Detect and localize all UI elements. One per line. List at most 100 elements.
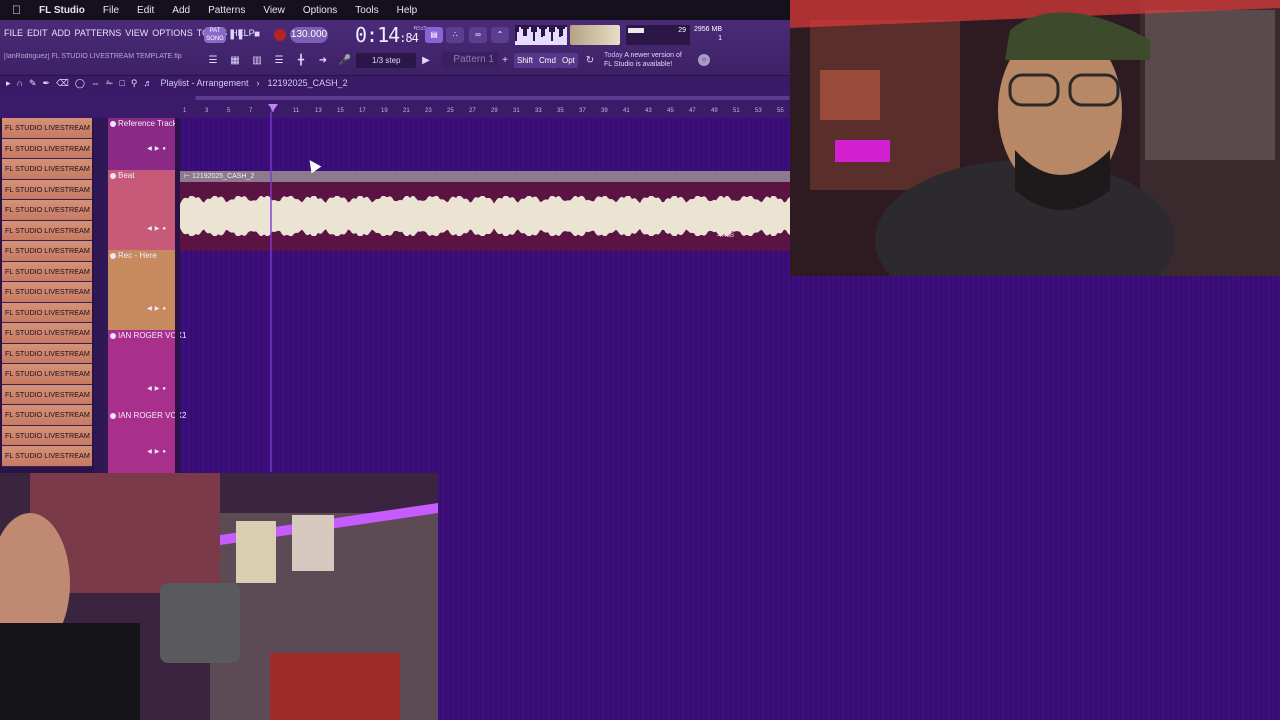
current-pattern-name[interactable]: 12192025_CASH_2 [268, 78, 348, 88]
blend-notes-icon[interactable]: ∴ [446, 27, 464, 43]
fl-menu-file[interactable]: FILE [4, 28, 23, 38]
picker-item[interactable]: FL STUDIO LIVESTREAM T... [2, 425, 92, 446]
ruler-tick-label: 33 [535, 108, 542, 114]
picker-item[interactable]: FL STUDIO LIVESTREAM T... [2, 302, 92, 323]
clip-title-text: 12192025_CASH_2 [192, 173, 255, 180]
track-header[interactable]: Rec - Here ◀▶● [108, 250, 175, 330]
menu-view[interactable]: View [263, 5, 285, 16]
pat-song-toggle[interactable]: PAT SONG [204, 27, 226, 43]
slice-icon[interactable]: ✁ [106, 78, 114, 89]
picker-item[interactable]: FL STUDIO LIVESTREAM T... [2, 138, 92, 159]
shift-key-button[interactable]: Shift [514, 53, 537, 68]
app-name[interactable]: FL Studio [39, 5, 85, 16]
fl-menu-add[interactable]: ADD [52, 28, 71, 38]
playlist-window-icon[interactable]: ☰ [205, 53, 221, 69]
pencil-icon[interactable]: ✎ [29, 78, 37, 89]
delete-icon[interactable]: ⌫ [56, 78, 69, 89]
speaker-icon[interactable]: ♬ [143, 78, 152, 89]
master-volume-slider[interactable] [570, 25, 620, 45]
track-header[interactable]: Beat ◀▶● [108, 170, 175, 250]
magnet-icon[interactable]: ∩ [17, 78, 23, 89]
track-header[interactable]: IAN ROGER VOX2 ◀▶● [108, 410, 186, 473]
picker-item[interactable]: FL STUDIO LIVESTREAM T... [2, 446, 92, 467]
stop-icon[interactable]: ■ [249, 27, 265, 43]
track-controls[interactable]: ◀▶● [147, 385, 169, 392]
add-pattern-icon[interactable]: + [497, 53, 513, 69]
picker-item[interactable]: FL STUDIO LIVESTREAM T... [2, 241, 92, 262]
horizontal-scrollbar[interactable] [195, 96, 790, 100]
track-name: Reference Track [110, 119, 177, 128]
zoom-icon[interactable]: ⚲ [131, 78, 138, 89]
picker-item[interactable]: FL STUDIO LIVESTREAM T... [2, 282, 92, 303]
picker-item[interactable]: FL STUDIO LIVESTREAM T... [2, 261, 92, 282]
track-controls[interactable]: ◀▶● [147, 305, 169, 312]
playhead-marker[interactable] [268, 104, 278, 111]
track-mute-icon[interactable] [110, 333, 116, 339]
play-pattern-icon[interactable]: ▶ [418, 53, 434, 69]
fl-menu-view[interactable]: VIEW [125, 28, 148, 38]
ruler-tick-label: 3 [205, 108, 209, 114]
microphone-icon[interactable]: 🎤 [337, 53, 353, 69]
pattern-selector[interactable]: Pattern 1 [442, 52, 498, 68]
picker-item[interactable]: FL STUDIO LIVESTREAM T... [2, 384, 92, 405]
picker-scrollbar[interactable] [94, 118, 108, 473]
menu-add[interactable]: Add [172, 5, 190, 16]
news-panel[interactable]: Today A newer version of FL Studio is av… [604, 51, 682, 69]
slip-icon[interactable]: ⇔ [91, 78, 100, 89]
fl-menu-edit[interactable]: EDIT [27, 28, 48, 38]
fl-menu-options[interactable]: OPTIONS [152, 28, 193, 38]
apple-icon[interactable]:  [12, 3, 21, 17]
menu-help[interactable]: Help [397, 5, 418, 16]
record-icon[interactable] [274, 29, 286, 41]
track-mute-icon[interactable] [110, 173, 116, 179]
paint-icon[interactable]: ✒ [43, 78, 51, 89]
cmd-key-button[interactable]: Cmd [536, 53, 559, 68]
channel-rack-icon[interactable]: ▥ [249, 53, 265, 69]
mixer-icon[interactable]: ☰ [271, 53, 287, 69]
pause-icon[interactable]: ❚❚ [228, 27, 245, 43]
ruler-tick-label: 1 [183, 108, 187, 114]
track-header[interactable]: IAN ROGER VOX1 ◀▶● [108, 330, 186, 410]
snap-selector[interactable]: 1/3 step [356, 53, 416, 68]
picker-item[interactable]: FL STUDIO LIVESTREAM T... [2, 364, 92, 385]
opt-key-button[interactable]: Opt [559, 53, 578, 68]
time-display[interactable]: 0:14:84 M:S:CS [355, 23, 427, 47]
browser-icon[interactable]: ╋ [293, 53, 309, 69]
track-mute-icon[interactable] [110, 121, 116, 127]
menu-patterns[interactable]: Patterns [208, 5, 245, 16]
piano-roll-icon[interactable]: ▦ [227, 53, 243, 69]
picker-item[interactable]: FL STUDIO LIVESTREAM T... [2, 323, 92, 344]
track-header[interactable]: Reference Track ◀▶● [108, 118, 177, 170]
track-mute-icon[interactable] [110, 253, 116, 259]
menu-file[interactable]: File [103, 5, 119, 16]
mute-icon[interactable]: ◯ [75, 78, 85, 89]
picker-item[interactable]: FL STUDIO LIVESTREAM T... [2, 220, 92, 241]
news-line-2: FL Studio is available! [604, 61, 673, 68]
menu-options[interactable]: Options [303, 5, 337, 16]
track-controls[interactable]: ◀▶● [147, 225, 169, 232]
tempo-display[interactable]: 130.000 [290, 27, 328, 43]
picker-item[interactable]: FL STUDIO LIVESTREAM T... [2, 200, 92, 221]
fl-menu-patterns[interactable]: PATTERNS [75, 28, 122, 38]
menu-tools[interactable]: Tools [355, 5, 378, 16]
track-controls[interactable]: ◀▶● [147, 145, 169, 152]
picker-item[interactable]: FL STUDIO LIVESTREAM T... [2, 405, 92, 426]
picker-item[interactable]: FL STUDIO LIVESTREAM T... [2, 159, 92, 180]
select-icon[interactable]: □ [119, 78, 124, 89]
playlist-header: ▸ ∩ ✎ ✒ ⌫ ◯ ⇔ ✁ □ ⚲ ♬ Playlist - Arrange… [0, 76, 790, 90]
typing-keyboard-icon[interactable]: ⌃ [491, 27, 509, 43]
cpu-meter: 29 [626, 25, 690, 45]
picker-item[interactable]: FL STUDIO LIVESTREAM T... [2, 343, 92, 364]
arrow-right-icon[interactable]: ➜ [315, 53, 331, 69]
metronome-icon[interactable]: ▤ [425, 27, 443, 43]
picker-item[interactable]: FL STUDIO LIVESTREAM T... [2, 118, 92, 139]
undo-history-icon[interactable]: ↻ [582, 53, 598, 69]
arrow-menu-icon[interactable]: ▸ [6, 78, 11, 89]
webcam-host-image [790, 0, 1280, 276]
picker-item[interactable]: FL STUDIO LIVESTREAM T... [2, 179, 92, 200]
globe-icon[interactable]: ○ [698, 54, 710, 66]
menu-edit[interactable]: Edit [137, 5, 154, 16]
track-controls[interactable]: ◀▶● [147, 448, 169, 455]
loop-record-icon[interactable]: ∞ [469, 27, 487, 43]
track-mute-icon[interactable] [110, 413, 116, 419]
